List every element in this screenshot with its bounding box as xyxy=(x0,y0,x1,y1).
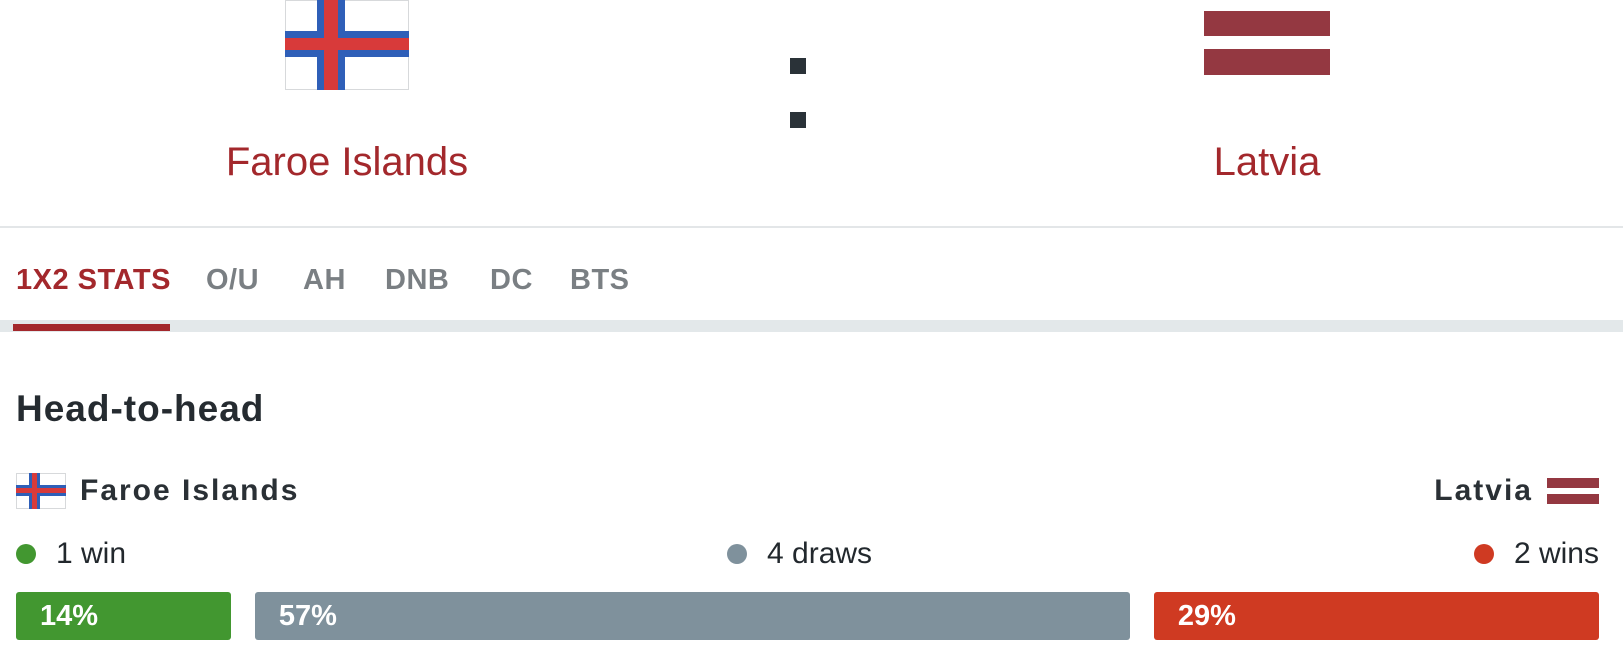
home-wins-text: 1 win xyxy=(56,537,127,570)
home-win-percentage-bar: 14% xyxy=(16,592,231,640)
stats-tabs: 1X2 STATS O/U AH DNB DC BTS xyxy=(0,230,1623,332)
h2h-away-team-name: Latvia xyxy=(1434,474,1533,507)
tab-over-under[interactable]: O/U xyxy=(206,264,259,297)
h2h-away-team: Latvia xyxy=(1434,472,1599,510)
away-wins-stat: 2 wins xyxy=(1473,534,1599,574)
score-separator xyxy=(790,58,808,132)
faroe-islands-flag-icon xyxy=(285,0,409,90)
away-team-name[interactable]: Latvia xyxy=(1017,140,1517,185)
page: Faroe Islands Latvia 1X2 STATS O/U AH DN… xyxy=(0,0,1623,650)
tab-draw-no-bet[interactable]: DNB xyxy=(385,264,449,297)
home-wins-stat: 1 win xyxy=(16,534,126,574)
h2h-percentage-bar: 14% 57% 29% xyxy=(16,592,1599,640)
h2h-home-team-name: Faroe Islands xyxy=(80,474,300,507)
home-team[interactable]: Faroe Islands xyxy=(97,0,597,184)
tab-1x2-stats[interactable]: 1X2 STATS xyxy=(16,264,171,297)
away-win-percentage-bar: 29% xyxy=(1153,592,1599,640)
h2h-home-team: Faroe Islands xyxy=(16,472,299,510)
home-wins-dot-icon xyxy=(16,544,36,564)
draws-dot-icon xyxy=(727,544,747,564)
tab-both-teams-score[interactable]: BTS xyxy=(570,264,630,297)
faroe-islands-flag-icon xyxy=(16,473,66,509)
away-wins-text: 2 wins xyxy=(1513,537,1599,570)
draws-stat: 4 draws xyxy=(727,534,872,574)
home-pct-label: 14% xyxy=(40,599,99,632)
section-title: Head-to-head xyxy=(16,388,265,429)
draw-pct-label: 57% xyxy=(278,599,337,632)
match-header: Faroe Islands Latvia xyxy=(0,0,1623,228)
away-wins-dot-icon xyxy=(1473,544,1494,564)
active-tab-indicator xyxy=(13,324,170,331)
latvia-flag-icon xyxy=(1547,478,1599,504)
latvia-flag-icon xyxy=(1204,11,1330,75)
tab-asian-handicap[interactable]: AH xyxy=(303,264,346,297)
draw-percentage-bar: 57% xyxy=(254,592,1130,640)
away-team[interactable]: Latvia xyxy=(1017,0,1517,184)
tab-double-chance[interactable]: DC xyxy=(490,264,533,297)
draws-text: 4 draws xyxy=(767,537,873,570)
away-pct-label: 29% xyxy=(1177,599,1236,632)
home-team-name[interactable]: Faroe Islands xyxy=(97,140,597,185)
